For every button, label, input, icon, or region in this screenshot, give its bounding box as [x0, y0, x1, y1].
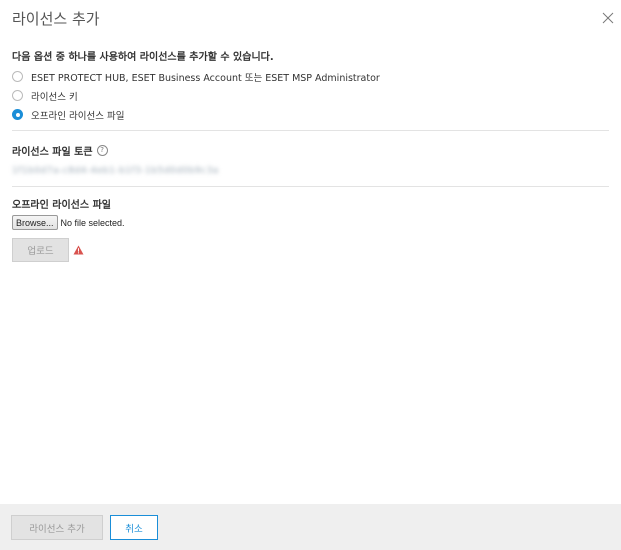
- file-status: No file selected.: [60, 217, 125, 228]
- token-value: 1f1b0d7a-c8d4-4eb1-b1f3-1b5d0d0b9c3a: [12, 166, 219, 176]
- browse-button[interactable]: Browse...: [12, 215, 58, 230]
- offline-file-label: 오프라인 라이선스 파일: [12, 200, 111, 211]
- divider: [12, 186, 609, 187]
- close-icon[interactable]: [602, 12, 614, 24]
- radio-unchecked[interactable]: [12, 90, 23, 101]
- token-label-row: 라이선스 파일 토큰 ?: [12, 143, 609, 158]
- option-label: 오프라인 라이선스 파일: [31, 110, 125, 122]
- options-prompt: 다음 옵션 중 하나를 사용하여 라이선스를 추가할 수 있습니다.: [12, 52, 274, 63]
- radio-unchecked[interactable]: [12, 71, 23, 82]
- cancel-button[interactable]: 취소: [110, 515, 158, 540]
- question-circle-icon[interactable]: ?: [96, 145, 108, 156]
- option-offline-file[interactable]: 오프라인 라이선스 파일: [12, 105, 609, 124]
- dialog-title: 라이선스 추가: [12, 10, 100, 28]
- upload-button: 업로드: [12, 238, 69, 262]
- add-license-button: 라이선스 추가: [11, 515, 103, 540]
- add-license-dialog: 라이선스 추가 다음 옵션 중 하나를 사용하여 라이선스를 추가할 수 있습니…: [0, 0, 621, 550]
- divider: [12, 130, 609, 131]
- dialog-footer: 라이선스 추가 취소: [0, 504, 621, 550]
- dialog-content: 다음 옵션 중 하나를 사용하여 라이선스를 추가할 수 있습니다. ESET …: [12, 40, 609, 262]
- warning-triangle-icon: [73, 245, 84, 255]
- token-label: 라이선스 파일 토큰: [12, 147, 93, 158]
- option-label: 라이선스 키: [31, 91, 78, 103]
- upload-row: 업로드: [12, 238, 609, 262]
- radio-checked[interactable]: [12, 109, 23, 120]
- option-license-key[interactable]: 라이선스 키: [12, 86, 609, 105]
- option-eset-hub[interactable]: ESET PROTECT HUB, ESET Business Account …: [12, 67, 609, 86]
- file-input[interactable]: Browse... No file selected.: [12, 215, 609, 230]
- option-label: ESET PROTECT HUB, ESET Business Account …: [31, 72, 380, 84]
